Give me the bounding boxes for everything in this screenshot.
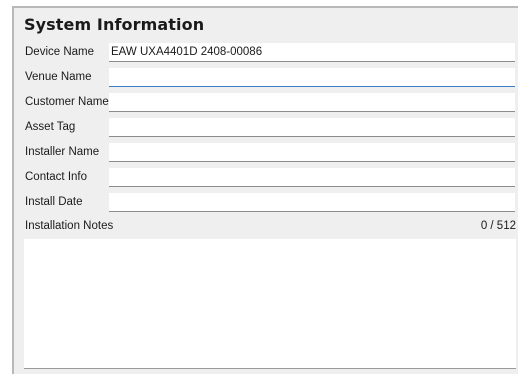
asset-tag-row: Asset Tag: [14, 118, 518, 138]
device-name-field[interactable]: [109, 43, 515, 62]
installer-name-row: Installer Name: [14, 143, 518, 163]
device-name-label: Device Name: [25, 46, 95, 58]
device-name-row: Device Name: [14, 43, 518, 63]
venue-name-label: Venue Name: [25, 71, 92, 83]
customer-name-row: Customer Name: [14, 93, 518, 113]
installer-name-label: Installer Name: [25, 146, 100, 158]
character-counter: 0 / 512: [480, 220, 516, 232]
section-title: System Information: [24, 15, 205, 34]
install-date-field[interactable]: [109, 193, 515, 212]
installation-notes-header: Installation Notes 0 / 512: [14, 217, 518, 237]
asset-tag-label: Asset Tag: [25, 121, 76, 133]
contact-info-field[interactable]: [109, 168, 515, 187]
install-date-row: Install Date: [14, 193, 518, 213]
installer-name-field[interactable]: [109, 143, 515, 162]
venue-name-field[interactable]: [109, 68, 515, 87]
install-date-label: Install Date: [25, 196, 83, 208]
customer-name-field[interactable]: [109, 93, 515, 112]
venue-name-row: Venue Name: [14, 68, 518, 88]
customer-name-label: Customer Name: [25, 96, 109, 108]
asset-tag-field[interactable]: [109, 118, 515, 137]
contact-info-label: Contact Info: [25, 171, 88, 183]
system-information-panel: System Information Device Name Venue Nam…: [12, 6, 518, 374]
installation-notes-label: Installation Notes: [25, 220, 114, 232]
contact-info-row: Contact Info: [14, 168, 518, 188]
installation-notes-textarea[interactable]: [24, 239, 516, 369]
